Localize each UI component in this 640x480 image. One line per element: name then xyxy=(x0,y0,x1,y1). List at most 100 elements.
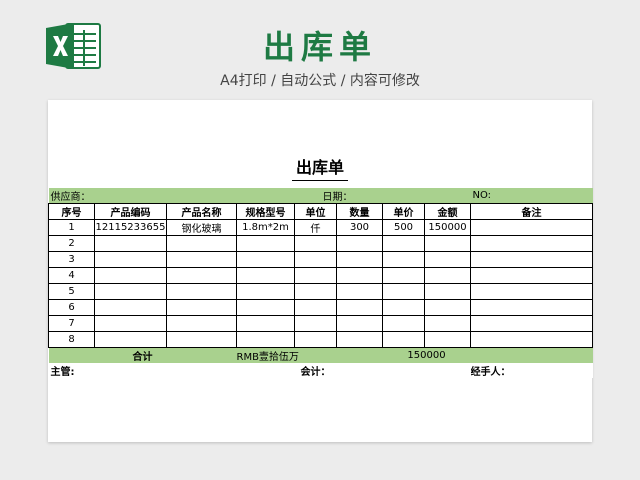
supervisor-label[interactable]: 主管: xyxy=(48,363,295,378)
cell-spec[interactable] xyxy=(236,283,295,300)
cell-code[interactable] xyxy=(94,299,167,316)
table-row: 8 xyxy=(48,331,593,348)
cell-name[interactable] xyxy=(166,251,237,268)
cell-price[interactable] xyxy=(382,299,425,316)
date-label[interactable]: 日期： xyxy=(294,188,471,204)
total-amount-words[interactable]: RMB壹拾伍万 xyxy=(236,347,383,363)
cell-amount[interactable] xyxy=(424,235,471,252)
cell-index[interactable]: 7 xyxy=(48,315,95,332)
cell-spec[interactable] xyxy=(236,251,295,268)
col-header-qty: 数量 xyxy=(336,203,383,220)
table-row: 6 xyxy=(48,299,593,316)
cell-code[interactable] xyxy=(94,331,167,348)
cell-price[interactable] xyxy=(382,331,425,348)
signature-row: 主管: 会计： 经手人： xyxy=(48,363,593,378)
cell-remarks[interactable] xyxy=(470,331,593,348)
cell-index[interactable]: 4 xyxy=(48,267,95,284)
total-row: 合计 RMB壹拾伍万 150000 xyxy=(48,347,593,363)
cell-price[interactable] xyxy=(382,235,425,252)
cell-unit[interactable]: 仟 xyxy=(294,219,337,236)
col-header-code: 产品编码 xyxy=(94,203,167,220)
cell-qty[interactable] xyxy=(336,315,383,332)
cell-remarks[interactable] xyxy=(470,267,593,284)
col-header-name: 产品名称 xyxy=(166,203,237,220)
table-row: 5 xyxy=(48,283,593,300)
cell-name[interactable]: 钢化玻璃 xyxy=(166,219,237,236)
cell-amount[interactable] xyxy=(424,299,471,316)
cell-spec[interactable] xyxy=(236,235,295,252)
cell-spec[interactable] xyxy=(236,299,295,316)
cell-amount[interactable] xyxy=(424,283,471,300)
cell-spec[interactable] xyxy=(236,315,295,332)
cell-price[interactable] xyxy=(382,315,425,332)
supplier-label[interactable]: 供应商： xyxy=(48,188,295,204)
cell-name[interactable] xyxy=(166,299,237,316)
cell-qty[interactable]: 300 xyxy=(336,219,383,236)
cell-qty[interactable] xyxy=(336,331,383,348)
cell-index[interactable]: 2 xyxy=(48,235,95,252)
cell-spec[interactable] xyxy=(236,267,295,284)
cell-price[interactable] xyxy=(382,267,425,284)
cell-code[interactable] xyxy=(94,251,167,268)
cell-remarks[interactable] xyxy=(470,251,593,268)
cell-unit[interactable] xyxy=(294,251,337,268)
cell-index[interactable]: 3 xyxy=(48,251,95,268)
handler-label[interactable]: 经手人： xyxy=(470,363,593,378)
cell-index[interactable]: 5 xyxy=(48,283,95,300)
cell-unit[interactable] xyxy=(294,235,337,252)
cell-code[interactable] xyxy=(94,315,167,332)
cell-qty[interactable] xyxy=(336,235,383,252)
cell-amount[interactable] xyxy=(424,251,471,268)
total-label: 合计 xyxy=(48,347,237,363)
cell-qty[interactable] xyxy=(336,251,383,268)
cell-unit[interactable] xyxy=(294,267,337,284)
cell-name[interactable] xyxy=(166,267,237,284)
cell-remarks[interactable] xyxy=(470,315,593,332)
page-subtitle: A4打印 / 自动公式 / 内容可修改 xyxy=(220,73,420,89)
cell-remarks[interactable] xyxy=(470,235,593,252)
cell-remarks[interactable] xyxy=(470,283,593,300)
cell-spec[interactable] xyxy=(236,331,295,348)
table-row: 4 xyxy=(48,267,593,284)
form-title: 出库单 xyxy=(48,154,592,181)
table-row: 3 xyxy=(48,251,593,268)
cell-index[interactable]: 6 xyxy=(48,299,95,316)
cell-price[interactable] xyxy=(382,283,425,300)
col-header-remarks: 备注 xyxy=(470,203,593,220)
cell-qty[interactable] xyxy=(336,283,383,300)
cell-code[interactable]: 12115233655 xyxy=(94,219,167,236)
cell-price[interactable] xyxy=(382,251,425,268)
cell-qty[interactable] xyxy=(336,299,383,316)
cell-code[interactable] xyxy=(94,235,167,252)
cell-price[interactable]: 500 xyxy=(382,219,425,236)
accountant-label[interactable]: 会计： xyxy=(294,363,471,378)
cell-code[interactable] xyxy=(94,267,167,284)
cell-name[interactable] xyxy=(166,331,237,348)
total-amount[interactable]: 150000 xyxy=(382,347,471,363)
col-header-spec: 规格型号 xyxy=(236,203,295,220)
cell-amount[interactable] xyxy=(424,267,471,284)
cell-amount[interactable] xyxy=(424,331,471,348)
form-title-text: 出库单 xyxy=(291,154,348,181)
cell-name[interactable] xyxy=(166,315,237,332)
column-header-row: 序号 产品编码 产品名称 规格型号 单位 数量 单价 金额 备注 xyxy=(48,203,593,220)
cell-code[interactable] xyxy=(94,283,167,300)
cell-unit[interactable] xyxy=(294,315,337,332)
cell-name[interactable] xyxy=(166,283,237,300)
cell-amount[interactable]: 150000 xyxy=(424,219,471,236)
outbound-order-table: 供应商： 日期： NO: 序号 产品编码 产品名称 规格型号 单位 数量 单价 … xyxy=(48,188,593,378)
cell-remarks[interactable] xyxy=(470,219,593,236)
cell-unit[interactable] xyxy=(294,283,337,300)
cell-name[interactable] xyxy=(166,235,237,252)
cell-unit[interactable] xyxy=(294,331,337,348)
cell-amount[interactable] xyxy=(424,315,471,332)
cell-spec[interactable]: 1.8m*2m xyxy=(236,219,295,236)
cell-qty[interactable] xyxy=(336,267,383,284)
cell-remarks[interactable] xyxy=(470,299,593,316)
cell-index[interactable]: 1 xyxy=(48,219,95,236)
table-row: 7 xyxy=(48,315,593,332)
no-label[interactable]: NO: xyxy=(470,188,593,204)
cell-unit[interactable] xyxy=(294,299,337,316)
cell-index[interactable]: 8 xyxy=(48,331,95,348)
spreadsheet-sheet: 出库单 供应商： 日期： NO: 序号 产品编码 产品名称 规格型号 单位 数量… xyxy=(48,100,593,442)
